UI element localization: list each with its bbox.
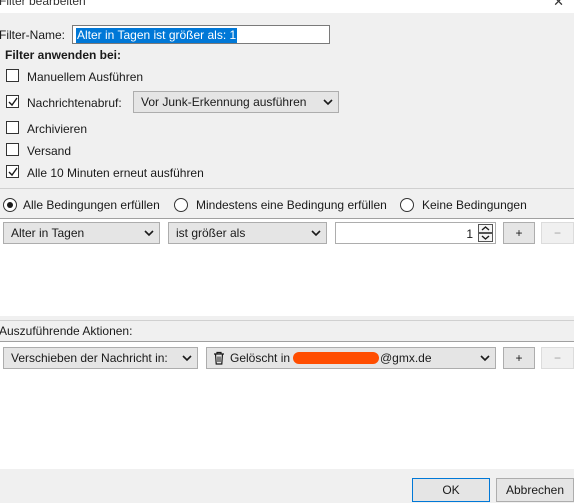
sending-label[interactable]: Versand [27, 144, 71, 158]
on-fetch-checkbox[interactable] [6, 95, 19, 108]
periodic-run-checkbox[interactable] [6, 165, 19, 178]
condition-operator-value: ist größer als [176, 226, 246, 240]
filter-name-input[interactable]: Alter in Tagen ist größer als: 1 [72, 25, 330, 44]
ok-button[interactable]: OK [412, 478, 490, 502]
archive-label[interactable]: Archivieren [27, 122, 87, 136]
condition-field-value: Alter in Tagen [11, 226, 85, 240]
condition-field-select[interactable]: Alter in Tagen [3, 222, 160, 244]
title-bar: Filter bearbeiten ✕ [0, 0, 574, 13]
condition-operator-select[interactable]: ist größer als [168, 222, 327, 244]
stepper-arrows-icon[interactable] [478, 224, 493, 242]
trash-icon [214, 351, 224, 365]
remove-condition-button[interactable]: − [541, 222, 574, 244]
actions-heading: Auszuführende Aktionen: [0, 324, 133, 338]
condition-value: 1 [466, 227, 473, 241]
add-condition-button[interactable]: + [503, 222, 535, 244]
action-type-select[interactable]: Verschieben der Nachricht in: [3, 347, 198, 369]
divider [0, 320, 574, 321]
checkmark-icon [8, 97, 18, 107]
manual-run-label[interactable]: Manuellem Ausführen [27, 70, 143, 84]
on-fetch-timing-select[interactable]: Vor Junk-Erkennung ausführen [133, 91, 339, 113]
chevron-down-icon [182, 355, 192, 362]
match-all-radio[interactable] [3, 198, 17, 212]
on-fetch-label[interactable]: Nachrichtenabruf: [27, 96, 122, 110]
on-fetch-timing-value: Vor Junk-Erkennung ausführen [141, 95, 307, 109]
add-action-button[interactable]: + [503, 347, 535, 369]
redaction-mark [293, 352, 379, 364]
filter-name-value: Alter in Tagen ist größer als: 1 [76, 28, 238, 43]
target-suffix: @gmx.de [380, 351, 432, 365]
condition-value-stepper[interactable]: 1 [335, 222, 496, 244]
cancel-button[interactable]: Abbrechen [496, 478, 574, 502]
match-none-label[interactable]: Keine Bedingungen [422, 198, 527, 212]
match-any-label[interactable]: Mindestens eine Bedingung erfüllen [196, 198, 387, 212]
archive-checkbox[interactable] [6, 121, 19, 134]
periodic-run-label[interactable]: Alle 10 Minuten erneut ausführen [27, 166, 204, 180]
remove-action-button[interactable]: − [541, 347, 574, 369]
match-all-label[interactable]: Alle Bedingungen erfüllen [23, 198, 160, 212]
stepper-buttons[interactable] [478, 224, 493, 242]
action-target-folder-select[interactable]: Gelöscht in @gmx.de [206, 347, 496, 369]
window-title: Filter bearbeiten [0, 0, 86, 8]
divider [0, 188, 574, 189]
action-type-value: Verschieben der Nachricht in: [11, 351, 168, 365]
target-prefix: Gelöscht in [230, 351, 291, 365]
match-any-radio[interactable] [174, 198, 188, 212]
manual-run-checkbox[interactable] [6, 69, 19, 82]
close-icon[interactable]: ✕ [553, 0, 564, 10]
chevron-down-icon [311, 230, 321, 237]
sending-checkbox[interactable] [6, 143, 19, 156]
checkmark-icon [8, 167, 18, 177]
chevron-down-icon [144, 230, 154, 237]
filter-name-label: Filter-Name: [0, 28, 66, 42]
match-none-radio[interactable] [400, 198, 414, 212]
chevron-down-icon [323, 99, 333, 106]
apply-when-heading: Filter anwenden bei: [5, 48, 122, 62]
chevron-down-icon [480, 355, 490, 362]
